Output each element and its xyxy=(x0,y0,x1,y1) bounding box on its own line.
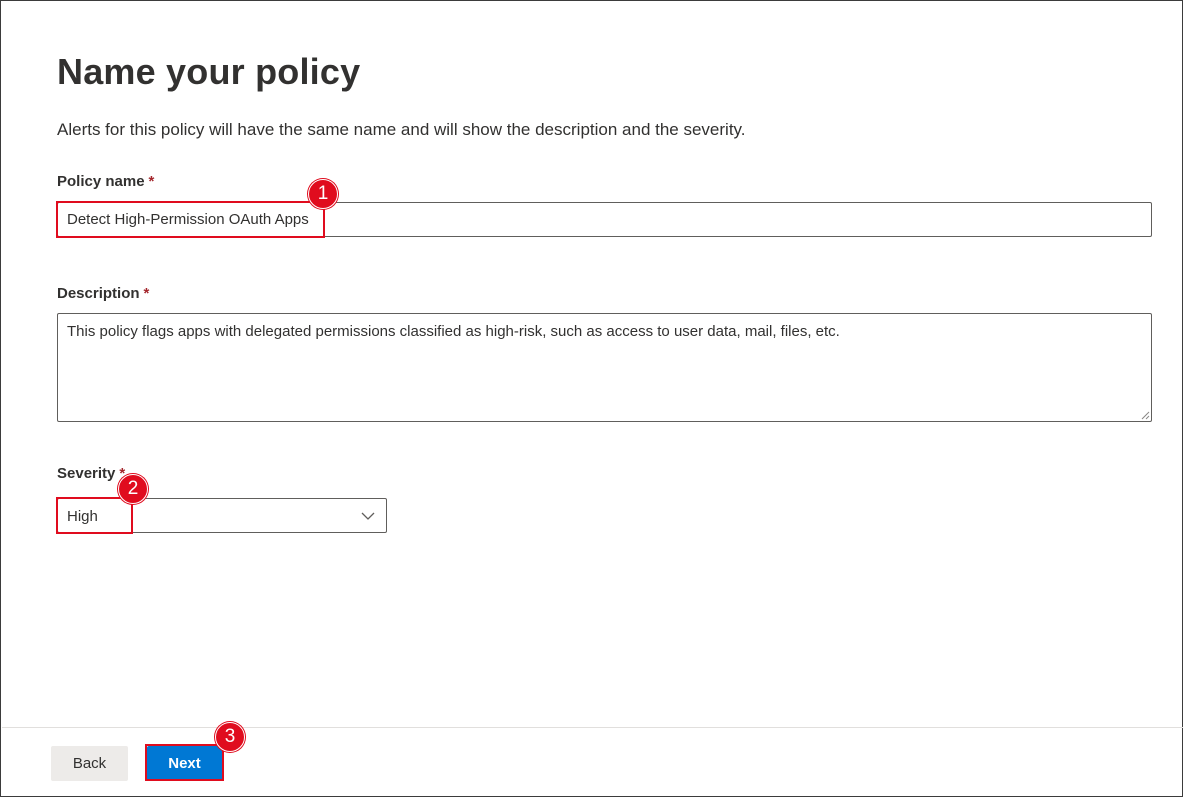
description-label: Description * xyxy=(57,285,149,302)
severity-label: Severity * xyxy=(57,465,125,482)
policy-name-value: Detect High-Permission OAuth Apps xyxy=(67,211,309,228)
footer-divider xyxy=(2,727,1183,728)
severity-selected-value: High xyxy=(67,508,98,525)
required-marker: * xyxy=(148,173,155,190)
wizard-panel: Name your policy Alerts for this policy … xyxy=(0,0,1183,797)
next-button[interactable]: Next xyxy=(147,746,222,781)
severity-label-text: Severity xyxy=(57,465,116,482)
policy-name-label: Policy name * xyxy=(57,173,154,190)
back-button[interactable]: Back xyxy=(51,746,128,781)
step-marker-1: 1 xyxy=(308,179,338,209)
chevron-down-icon xyxy=(361,512,375,520)
description-value: This policy flags apps with delegated pe… xyxy=(67,323,840,340)
page-subtitle: Alerts for this policy will have the sam… xyxy=(57,120,746,139)
page-title: Name your policy xyxy=(57,51,361,92)
resize-grip-icon[interactable] xyxy=(1140,410,1150,420)
description-textarea[interactable]: This policy flags apps with delegated pe… xyxy=(57,313,1152,422)
description-label-text: Description xyxy=(57,285,140,302)
required-marker: * xyxy=(143,285,150,302)
severity-dropdown[interactable]: High xyxy=(57,498,387,533)
step-marker-3: 3 xyxy=(215,722,245,752)
policy-name-input[interactable]: Detect High-Permission OAuth Apps xyxy=(57,202,1152,237)
step-marker-2: 2 xyxy=(118,474,148,504)
policy-name-label-text: Policy name xyxy=(57,173,145,190)
